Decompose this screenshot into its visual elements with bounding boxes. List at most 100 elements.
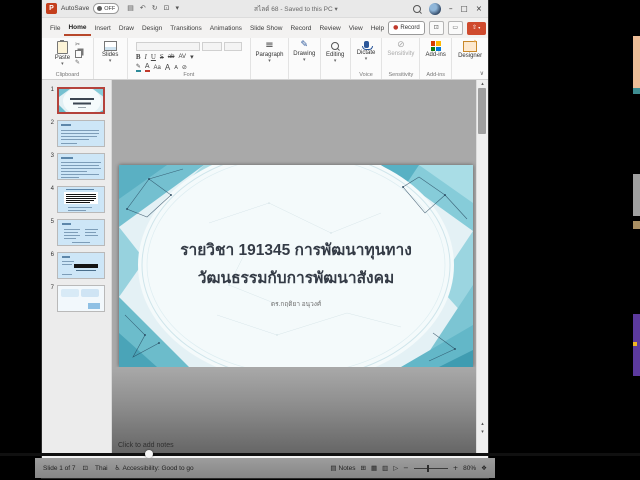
normal-view-button[interactable]: ⊞ xyxy=(360,465,365,472)
dictate-button[interactable]: Dictate ▾ xyxy=(355,40,378,63)
slide-thumbnail-2[interactable] xyxy=(57,120,105,147)
share-button[interactable]: ⇧ ▾ xyxy=(467,22,486,35)
tab-slide-show[interactable]: Slide Show xyxy=(246,22,287,35)
slide-title-line2[interactable]: วัฒนธรรมกับการพัฒนาสังคม xyxy=(119,265,473,290)
account-avatar[interactable] xyxy=(429,3,441,15)
slide-thumbnail-6[interactable] xyxy=(57,252,105,279)
search-icon[interactable] xyxy=(413,5,421,13)
paragraph-button[interactable]: ≡ Paragraph ▾ xyxy=(253,40,285,65)
reading-view-button[interactable]: ▥ xyxy=(382,465,388,472)
notes-pane[interactable]: Click to add notes xyxy=(112,367,488,453)
fit-to-window-button[interactable]: ❖ xyxy=(481,465,487,472)
screen-record-icon[interactable]: ⊡ xyxy=(164,5,170,12)
slide-thumbnail-7[interactable] xyxy=(57,285,105,312)
font-size-box[interactable] xyxy=(202,42,222,51)
grow-font-button[interactable]: A xyxy=(165,63,170,72)
tab-transitions[interactable]: Transitions xyxy=(166,22,206,35)
notes-splitter[interactable] xyxy=(0,453,640,456)
document-title[interactable]: สไลด์ 68 - Saved to this PC ▾ xyxy=(183,4,409,14)
slide-show-button[interactable]: ▷ xyxy=(393,465,398,472)
editing-button[interactable]: Editing ▾ xyxy=(324,40,346,65)
zoom-out-button[interactable]: − xyxy=(403,465,408,472)
undo-icon[interactable]: ↶ xyxy=(140,5,146,12)
notes-toggle[interactable]: ▤ Notes xyxy=(330,465,355,472)
italic-button[interactable]: I xyxy=(145,53,147,61)
display-settings-icon[interactable]: ⊡ xyxy=(83,465,88,472)
status-bar: Slide 1 of 7 ⊡ Thai ♿ Accessibility: Goo… xyxy=(35,458,495,478)
record-button[interactable]: ● Record xyxy=(388,21,425,35)
tab-insert[interactable]: Insert xyxy=(91,22,115,35)
addins-button[interactable]: Add-ins xyxy=(424,40,448,59)
tab-draw[interactable]: Draw xyxy=(115,22,138,35)
paragraph-icon: ≡ xyxy=(265,41,273,51)
slide-subtitle[interactable]: ดร.กฤติยา อนุวงศ์ xyxy=(119,299,473,309)
clipboard-small-buttons: ✂ ✎ xyxy=(75,40,82,66)
tab-animations[interactable]: Animations xyxy=(206,22,246,35)
redo-icon[interactable]: ↻ xyxy=(152,5,158,12)
sensitivity-label: Sensitivity xyxy=(387,51,414,57)
highlight-color-button[interactable]: ✎ xyxy=(136,64,141,72)
autosave-toggle-dot xyxy=(97,6,102,11)
slide-thumbnail-3[interactable] xyxy=(57,153,105,180)
save-icon[interactable]: ▤ xyxy=(127,5,134,12)
slide-thumbnail-1[interactable] xyxy=(57,87,105,114)
title-dropdown-icon: ▾ xyxy=(335,6,338,13)
maximize-button[interactable]: □ xyxy=(461,5,468,13)
spacing-dropdown-icon: ▾ xyxy=(190,54,194,61)
notes-placeholder[interactable]: Click to add notes xyxy=(118,442,174,449)
collapse-ribbon-icon[interactable]: ∨ xyxy=(480,71,484,77)
scrollbar-thumb[interactable] xyxy=(478,88,486,134)
splitter-handle[interactable] xyxy=(145,450,153,458)
minimize-button[interactable]: – xyxy=(449,5,453,13)
font-name-box[interactable] xyxy=(136,42,200,51)
zoom-slider[interactable] xyxy=(414,468,448,469)
bold-button[interactable]: B xyxy=(136,53,141,61)
addins-group: Add-ins Add-ins xyxy=(420,38,452,79)
current-slide-canvas[interactable]: รายวิชา 191345 การพัฒนาทุนทาง วัฒนธรรมกั… xyxy=(119,165,473,367)
accessibility-status[interactable]: ♿ Accessibility: Good to go xyxy=(115,465,194,472)
tab-record[interactable]: Record xyxy=(286,22,315,35)
text-shadow-button[interactable]: ab xyxy=(168,54,175,60)
slides-button[interactable]: Slides ▾ xyxy=(100,40,120,65)
customize-toolbar-icon[interactable]: ▾ xyxy=(175,5,179,12)
comments-button[interactable]: ▭ xyxy=(448,21,463,35)
font-grow-shrink-box[interactable] xyxy=(224,42,242,51)
slide-sorter-view-button[interactable]: ▦ xyxy=(371,465,377,472)
slide-title-line1[interactable]: รายวิชา 191345 การพัฒนาทุนทาง xyxy=(119,237,473,262)
character-spacing-button[interactable]: AV xyxy=(179,54,187,60)
drawing-dropdown-icon: ▾ xyxy=(303,58,306,63)
next-slide-button[interactable]: ▾ xyxy=(477,430,488,435)
slide-thumbnail-5[interactable] xyxy=(57,219,105,246)
language-indicator[interactable]: Thai xyxy=(95,465,108,472)
tab-help[interactable]: Help xyxy=(367,22,388,35)
tab-view[interactable]: View xyxy=(345,22,367,35)
zoom-slider-thumb[interactable] xyxy=(427,465,429,472)
paste-button[interactable]: Paste ▾ xyxy=(53,40,72,68)
tab-home[interactable]: Home xyxy=(64,21,90,36)
previous-slide-button[interactable]: ▴ xyxy=(477,422,488,427)
slide-thumbnail-4[interactable] xyxy=(57,186,105,213)
change-case-button[interactable]: Aa xyxy=(154,65,161,71)
vertical-scrollbar[interactable]: ▴ ▴ ▾ xyxy=(476,80,488,453)
font-color-button[interactable]: A xyxy=(145,63,150,72)
tab-file[interactable]: File xyxy=(46,22,64,35)
close-button[interactable]: × xyxy=(476,5,482,13)
designer-button[interactable]: Designer xyxy=(456,40,484,60)
zoom-in-button[interactable]: + xyxy=(453,465,458,472)
tab-design[interactable]: Design xyxy=(138,22,166,35)
underline-button[interactable]: U xyxy=(151,53,156,61)
cut-icon[interactable]: ✂ xyxy=(75,42,82,48)
drawing-button[interactable]: ✎ Drawing ▾ xyxy=(291,40,317,64)
shrink-font-button[interactable]: A xyxy=(174,65,178,71)
slide-number: 3 xyxy=(45,153,54,181)
present-button[interactable]: ⊡ xyxy=(429,21,444,35)
zoom-level[interactable]: 80% xyxy=(463,465,476,472)
format-painter-icon[interactable]: ✎ xyxy=(75,60,82,66)
powerpoint-logo-icon: P xyxy=(46,3,57,14)
clear-formatting-icon[interactable]: ⊘ xyxy=(182,65,187,71)
tab-review[interactable]: Review xyxy=(315,22,344,35)
strikethrough-button[interactable]: S xyxy=(160,53,164,61)
copy-icon[interactable] xyxy=(75,50,82,58)
autosave-toggle[interactable]: OFF xyxy=(93,3,119,14)
scroll-up-icon[interactable]: ▴ xyxy=(477,82,488,87)
